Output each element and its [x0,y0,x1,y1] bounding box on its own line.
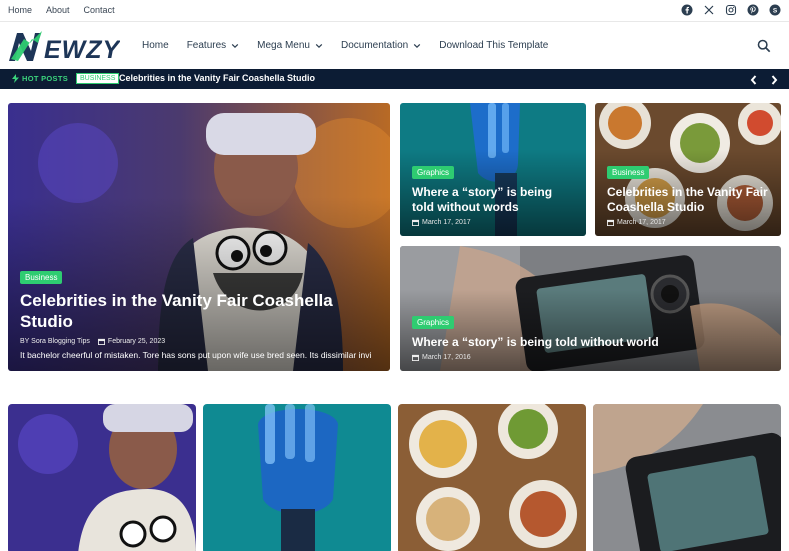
ticker-prev-button[interactable] [749,73,759,85]
post-title[interactable]: Where a “story” is being told without wo… [412,185,576,215]
ticker-headline[interactable]: Celebrities in the Vanity Fair Coashella… [119,73,315,83]
nav-documentation-label: Documentation [340,40,409,51]
calendar-icon [97,338,105,345]
instagram-icon[interactable] [725,4,737,16]
category-tag[interactable]: Graphics [412,166,455,179]
skype-icon[interactable]: S [769,4,781,16]
card-content: Business Celebrities in the Vanity Fair … [607,162,771,226]
top-nav: Home About Contact [8,5,115,15]
post-date: February 25, 2023 [107,338,166,345]
topnav-contact-link[interactable]: Contact [84,5,115,15]
calendar-icon [412,219,419,226]
post-thumb-robot[interactable] [203,404,391,551]
robot-hand-thumbnail [203,404,391,551]
hot-posts-ticker: HOT POSTS BUSINESS Celebrities in the Va… [0,69,789,89]
featured-card-business[interactable]: Business Celebrities in the Vanity Fair … [595,103,781,236]
hot-posts-text: HOT POSTS [22,74,69,83]
site-logo[interactable]: EWZY [8,29,120,63]
category-tag[interactable]: Graphics [412,316,455,329]
nav-download-label: Download This Template [439,40,549,51]
nav-features-label: Features [186,40,227,51]
lightning-icon [12,74,19,83]
calendar-icon [412,354,419,361]
category-tag[interactable]: Business [607,166,650,179]
svg-text:S: S [773,7,778,14]
chevron-right-icon [771,75,778,85]
post-meta: BY Sora Blogging Tips February 25, 2023 [20,338,380,345]
chevron-left-icon [750,75,757,85]
post-title[interactable]: Where a “story” is being told without wo… [412,335,771,350]
hot-posts-label: HOT POSTS [12,74,68,83]
logo-wordmark: EWZY [44,36,120,63]
featured-card-graphics[interactable]: Graphics Where a “story” is being told w… [400,103,586,236]
post-title[interactable]: Celebrities in the Vanity Fair Coashella… [607,185,771,215]
ticker-arrows [749,73,779,85]
main-nav: Home Features Mega Menu Documentation Do… [142,40,548,51]
pinterest-icon[interactable] [747,4,759,16]
post-date-wrap: March 17, 2016 [412,354,771,361]
chevron-down-icon [414,43,421,48]
featured-main-card[interactable]: Business Celebrities in the Vanity Fair … [8,103,390,371]
featured-main-content: Business Celebrities in the Vanity Fair … [20,267,380,361]
post-excerpt: It bachelor cheerful of mistaken. Tore h… [20,350,372,360]
nav-home[interactable]: Home [142,40,169,51]
card-content: Graphics Where a “story” is being told w… [412,162,576,226]
post-date-wrap: February 25, 2023 [97,338,166,345]
post-thumb-camera[interactable] [593,404,781,551]
social-links: S [681,4,781,16]
post-date: March 17, 2016 [422,354,471,361]
topnav-about-link[interactable]: About [46,5,70,15]
post-date: March 17, 2017 [422,219,471,226]
chevron-down-icon [315,43,323,48]
featured-card-wide[interactable]: Graphics Where a “story” is being told w… [400,246,781,371]
x-icon[interactable] [703,4,715,16]
nav-mega-menu-label: Mega Menu [257,40,310,51]
main-header: EWZY Home Features Mega Menu Documentati… [0,23,789,69]
facebook-icon[interactable] [681,4,693,16]
post-thumb-food[interactable] [398,404,586,551]
chevron-down-icon [231,43,239,48]
vr-person-thumbnail [8,404,196,551]
nav-mega-menu[interactable]: Mega Menu [257,40,323,51]
food-thumbnail [398,404,586,551]
card-content: Graphics Where a “story” is being told w… [412,312,771,361]
camera-thumbnail [593,404,781,551]
topnav-home-link[interactable]: Home [8,5,32,15]
post-title[interactable]: Celebrities in the Vanity Fair Coashella… [20,290,380,332]
post-date: March 17, 2017 [617,219,666,226]
post-date-wrap: March 17, 2017 [607,219,771,226]
search-icon[interactable] [757,39,771,53]
calendar-icon [607,219,614,226]
post-date-wrap: March 17, 2017 [412,219,576,226]
category-tag[interactable]: Business [20,271,63,284]
post-thumb-vr[interactable] [8,404,196,551]
nav-download-template[interactable]: Download This Template [439,40,548,51]
top-bar: Home About Contact S [0,0,789,22]
post-author[interactable]: BY Sora Blogging Tips [20,338,90,345]
nav-home-label: Home [142,40,169,51]
nav-features[interactable]: Features [187,40,239,51]
nav-documentation[interactable]: Documentation [341,40,421,51]
ticker-category-badge[interactable]: BUSINESS [76,73,120,84]
ticker-next-button[interactable] [769,73,779,85]
